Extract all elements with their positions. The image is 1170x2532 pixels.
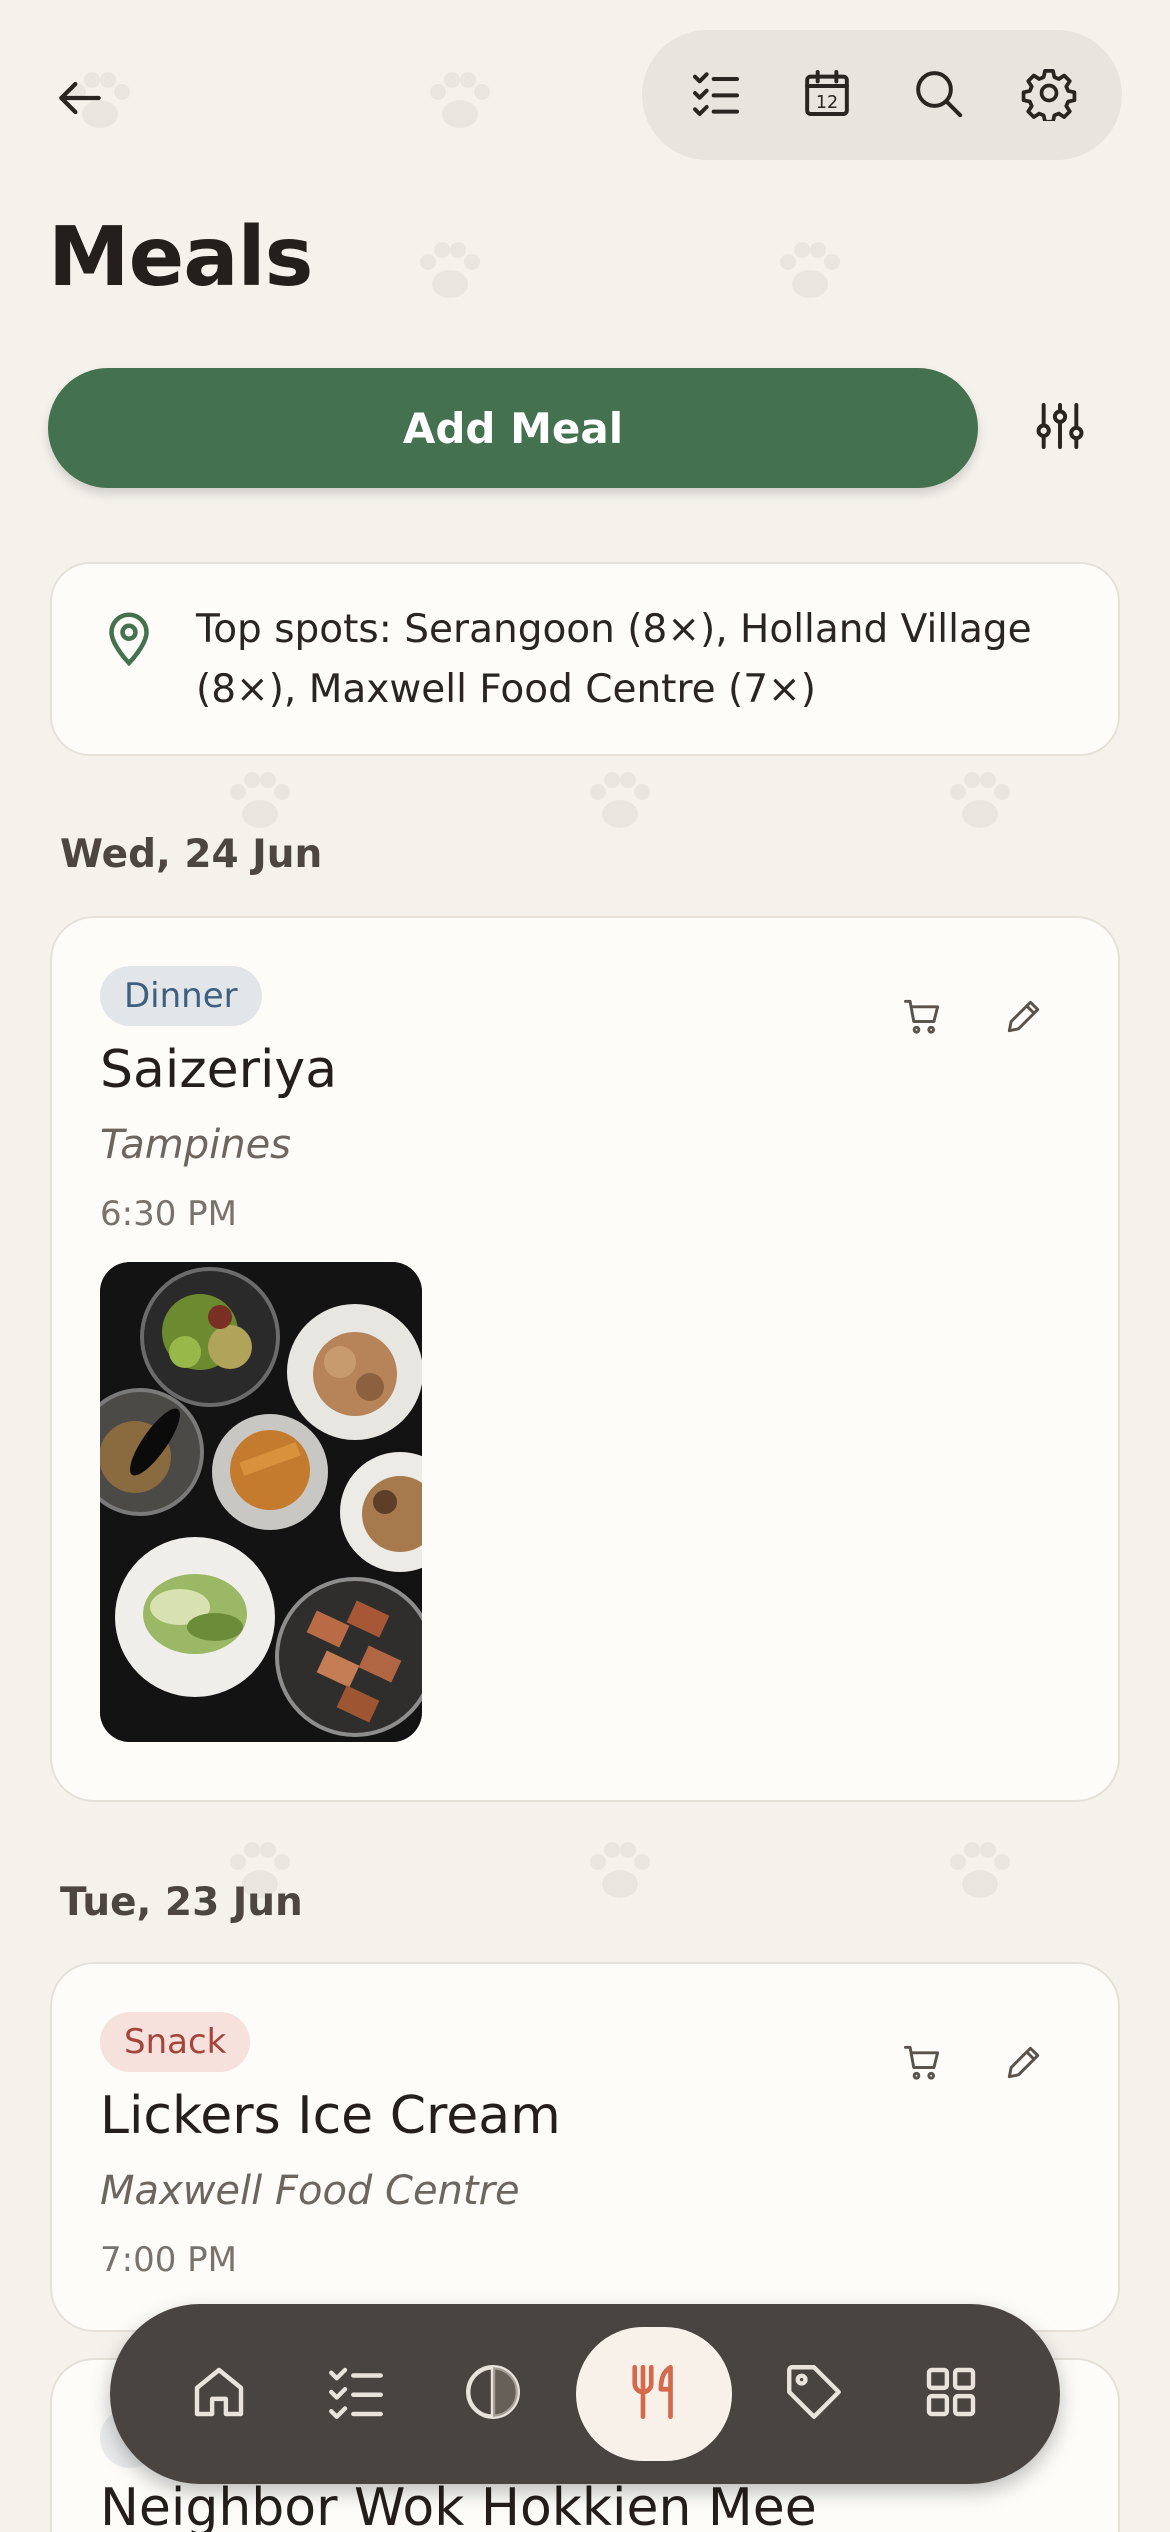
date-header: Wed, 24 Jun: [60, 832, 323, 877]
grid-icon: [918, 2359, 984, 2429]
meal-name: Neighbor Wok Hokkien Mee: [100, 2478, 817, 2532]
paw-icon: [580, 760, 660, 840]
meal-type-badge: Dinner: [100, 966, 262, 1026]
back-button[interactable]: [40, 60, 120, 140]
add-to-cart-button[interactable]: [892, 2034, 952, 2094]
nav-meals[interactable]: [575, 2327, 732, 2461]
toolbar: 12: [642, 30, 1122, 160]
meal-card[interactable]: Dinner Saizeriya Tampines 6:30 PM: [50, 916, 1120, 1802]
tag-icon: [781, 2359, 847, 2429]
meal-time: 7:00 PM: [100, 2240, 237, 2280]
cart-icon: [900, 994, 944, 1042]
pencil-icon: [1002, 994, 1046, 1042]
add-meal-button[interactable]: Add Meal: [48, 368, 978, 488]
checklist-button[interactable]: [666, 45, 766, 145]
edit-meal-button[interactable]: [994, 2034, 1054, 2094]
meal-photo[interactable]: [100, 1262, 422, 1742]
page-title: Meals: [48, 210, 313, 305]
meal-type-badge: Snack: [100, 2012, 251, 2072]
top-spots-text: Top spots: Serangoon (8×), Holland Villa…: [196, 607, 1032, 712]
meal-card[interactable]: Snack Lickers Ice Cream Maxwell Food Cen…: [50, 1962, 1120, 2332]
top-bar: 12: [0, 0, 1170, 190]
paw-icon: [940, 1830, 1020, 1910]
search-button[interactable]: [888, 45, 988, 145]
meal-location: Maxwell Food Centre: [100, 2168, 520, 2214]
paw-icon: [940, 760, 1020, 840]
edit-meal-button[interactable]: [994, 988, 1054, 1048]
nav-balance[interactable]: [438, 2339, 548, 2449]
gear-icon: [1021, 65, 1077, 125]
settings-button[interactable]: [999, 45, 1099, 145]
nav-more[interactable]: [896, 2339, 1006, 2449]
food-photo-illustration: [100, 1262, 422, 1742]
paw-icon: [580, 1830, 660, 1910]
cart-icon: [900, 2040, 944, 2088]
fork-knife-icon: [621, 2359, 687, 2429]
paw-icon: [770, 230, 850, 310]
date-header: Tue, 23 Jun: [60, 1880, 303, 1925]
meal-name: Saizeriya: [100, 1040, 338, 1100]
calendar-button[interactable]: 12: [777, 45, 877, 145]
meal-time: 6:30 PM: [100, 1194, 237, 1234]
filter-button[interactable]: [1020, 388, 1100, 468]
meal-name: Lickers Ice Cream: [100, 2086, 561, 2146]
checklist-icon: [323, 2359, 389, 2429]
nav-home[interactable]: [164, 2339, 274, 2449]
paw-icon: [220, 760, 300, 840]
add-to-cart-button[interactable]: [892, 988, 952, 1048]
calendar-icon: 12: [799, 65, 855, 125]
nav-tags[interactable]: [759, 2339, 869, 2449]
pencil-icon: [1002, 2040, 1046, 2088]
contrast-icon: [460, 2359, 526, 2429]
meal-location: Tampines: [100, 1122, 292, 1168]
search-icon: [910, 65, 966, 125]
checklist-icon: [688, 65, 744, 125]
bottom-navigation: [110, 2304, 1060, 2484]
location-pin-icon: [104, 608, 154, 668]
paw-icon: [410, 230, 490, 310]
calendar-day-number: 12: [815, 93, 837, 113]
back-arrow-icon: [52, 70, 108, 130]
sliders-icon: [1032, 398, 1088, 458]
top-spots-card: Top spots: Serangoon (8×), Holland Villa…: [50, 562, 1120, 756]
home-icon: [186, 2359, 252, 2429]
nav-tasks[interactable]: [301, 2339, 411, 2449]
